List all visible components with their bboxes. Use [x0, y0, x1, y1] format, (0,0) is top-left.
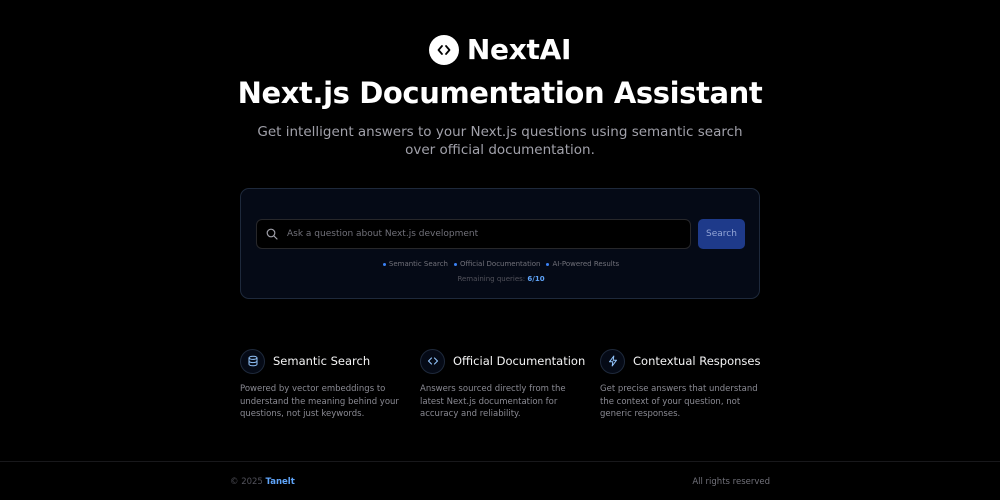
feature-header: Contextual Responses: [600, 348, 770, 374]
remaining-queries: Remaining queries: 6/10: [241, 275, 761, 283]
footer-copyright: © 2025 Tanelt: [230, 477, 295, 487]
feature-tags: Semantic Search Official Documentation A…: [241, 260, 761, 268]
footer-divider: [0, 461, 1000, 462]
brand-name: NextAI: [466, 33, 572, 66]
feature-description: Powered by vector embeddings to understa…: [240, 384, 399, 419]
search-icon: [257, 228, 283, 240]
tag-label: Semantic Search: [388, 260, 448, 268]
quota-value: 6/10: [527, 275, 545, 283]
database-icon: [240, 348, 265, 374]
bullet-dot-icon: [546, 262, 550, 266]
feature-title: Contextual Responses: [633, 354, 761, 368]
footer-rights: All rights reserved: [692, 477, 770, 487]
feature-header: Semantic Search: [240, 348, 410, 374]
feature-header: Official Documentation: [420, 348, 590, 374]
tag-ai-powered-results: AI-Powered Results: [546, 260, 619, 268]
search-button[interactable]: Search: [698, 219, 745, 249]
code-icon: [420, 348, 445, 374]
lightning-icon: [600, 348, 625, 374]
search-field[interactable]: [256, 219, 691, 249]
feature-description: Get precise answers that understand the …: [600, 384, 758, 419]
page-title: Next.js Documentation Assistant: [237, 76, 763, 110]
quota-label: Remaining queries:: [457, 275, 526, 283]
feature-semantic-search: Semantic Search Powered by vector embedd…: [240, 348, 410, 421]
tag-semantic-search: Semantic Search: [382, 260, 448, 268]
feature-description: Answers sourced directly from the latest…: [420, 384, 566, 419]
page: NextAI Next.js Documentation Assistant G…: [0, 0, 1000, 500]
feature-official-documentation: Official Documentation Answers sourced d…: [420, 348, 590, 421]
bullet-dot-icon: [453, 262, 457, 266]
tag-label: Official Documentation: [459, 260, 541, 268]
tag-official-documentation: Official Documentation: [453, 260, 541, 268]
author-link[interactable]: Tanelt: [266, 477, 295, 487]
code-brackets-icon: [428, 34, 459, 65]
search-input[interactable]: [283, 220, 690, 248]
bullet-dot-icon: [382, 262, 386, 266]
page-subtitle: Get intelligent answers to your Next.js …: [257, 124, 743, 158]
feature-title: Semantic Search: [273, 354, 371, 368]
copyright-text: © 2025: [230, 477, 263, 487]
search-card: Search Semantic Search Official Document…: [240, 188, 760, 299]
feature-title: Official Documentation: [453, 354, 586, 368]
tag-label: AI-Powered Results: [552, 260, 620, 268]
feature-contextual-responses: Contextual Responses Get precise answers…: [600, 348, 770, 421]
brand: NextAI: [0, 33, 1000, 66]
